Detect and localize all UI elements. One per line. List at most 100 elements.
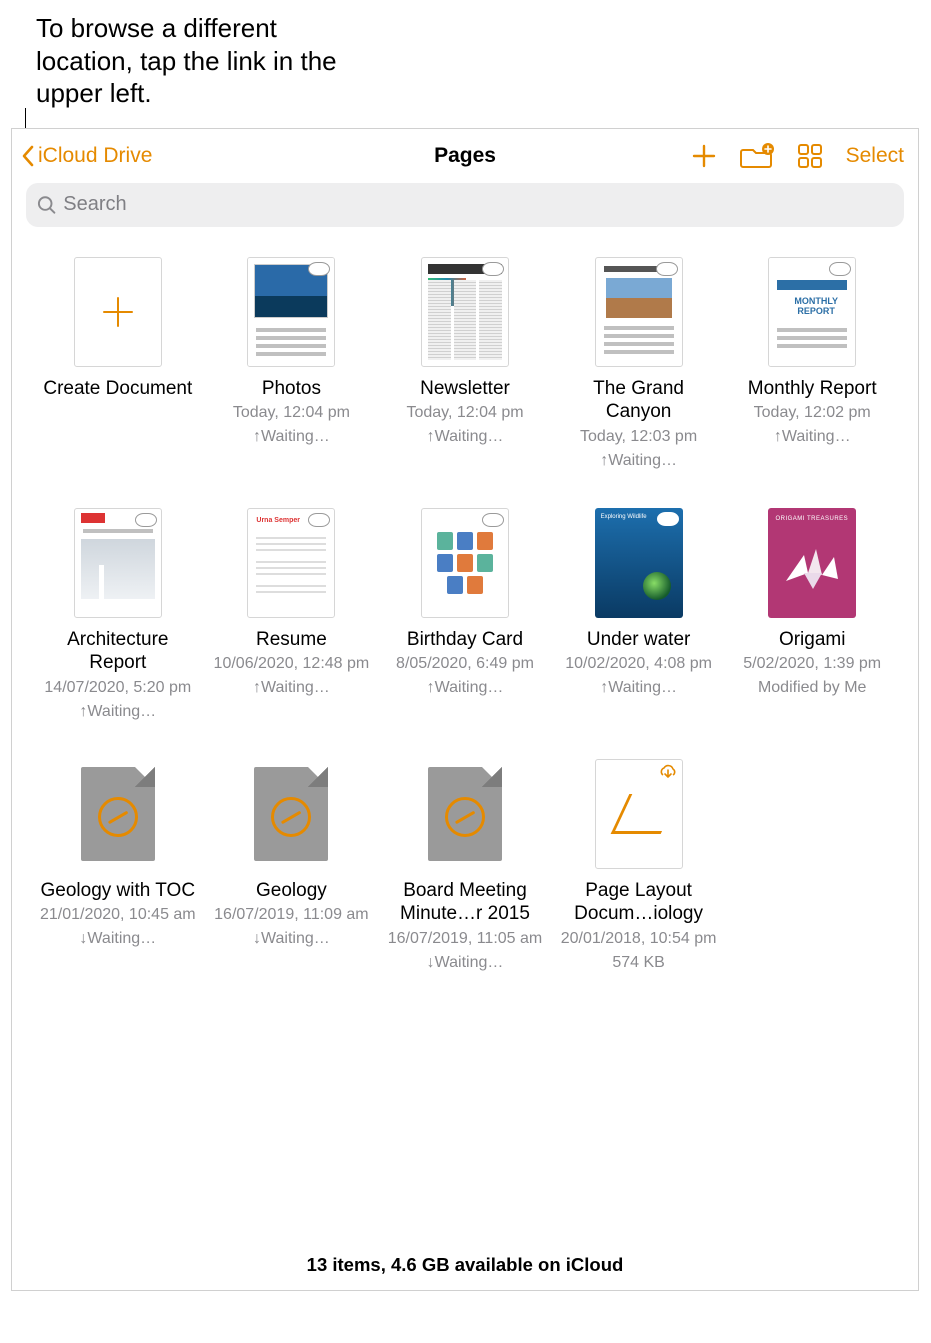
pages-file-icon [254,767,328,861]
select-button[interactable]: Select [846,144,904,168]
document-thumb [595,257,683,367]
document-status: Waiting… [427,678,504,699]
document-thumb [421,508,509,618]
document-status: Waiting… [253,427,330,448]
view-toggle-button[interactable] [796,142,824,170]
cloud-download-icon [658,764,678,783]
document-status: Waiting… [79,702,156,723]
document-date: Today, 12:02 pm [754,403,871,424]
create-document-thumb [74,257,162,367]
document-date: Today, 12:03 pm [580,427,697,448]
add-button[interactable] [690,142,718,170]
cloud-icon [308,262,330,276]
pages-file-icon [81,767,155,861]
cloud-icon [482,262,504,276]
document-title: Resume [256,628,327,652]
document-monthly-report[interactable]: MONTHLY REPORT Monthly Report Today, 12:… [730,257,894,472]
create-document-cell[interactable]: Create Document [36,257,200,472]
document-geology[interactable]: Geology 16/07/2019, 11:09 am Waiting… [210,759,374,974]
pages-template-icon [610,794,679,834]
document-architecture-report[interactable]: Architecture Report 14/07/2020, 5:20 pm … [36,508,200,723]
document-board-meeting[interactable]: Board Meeting Minute…r 2015 16/07/2019, … [383,759,547,974]
plus-icon [98,292,138,332]
cloud-icon [829,262,851,276]
document-date: Today, 12:04 pm [406,403,523,424]
folder-plus-icon [740,142,774,170]
document-photos[interactable]: Photos Today, 12:04 pm Waiting… [210,257,374,472]
document-status: Waiting… [79,929,156,950]
document-date: Today, 12:04 pm [233,403,350,424]
document-thumb [421,759,509,869]
cloud-icon [308,513,330,527]
document-grand-canyon[interactable]: The Grand Canyon Today, 12:03 pm Waiting… [557,257,721,472]
document-thumb [421,257,509,367]
document-title: Photos [262,377,321,401]
document-date: 20/01/2018, 10:54 pm [561,929,717,950]
thumb-label: ORIGAMI TREASURES [775,516,848,522]
origami-crane-icon [782,543,842,593]
pages-file-icon [428,767,502,861]
document-page-layout[interactable]: Page Layout Docum…iology 20/01/2018, 10:… [557,759,721,974]
document-date: 5/02/2020, 1:39 pm [743,654,881,675]
document-thumb [595,759,683,869]
document-geology-toc[interactable]: Geology with TOC 21/01/2020, 10:45 am Wa… [36,759,200,974]
cloud-icon [482,513,504,527]
cloud-icon [657,512,679,526]
document-thumb [247,257,335,367]
thumb-label: Urna Semper [256,517,300,524]
document-title: Birthday Card [407,628,523,652]
document-resume[interactable]: Urna Semper Resume 10/06/2020, 12:48 pm … [210,508,374,723]
document-date: 10/02/2020, 4:08 pm [565,654,712,675]
search-bar[interactable] [26,183,904,227]
document-status: 574 KB [612,953,664,974]
document-status: Waiting… [600,678,677,699]
chevron-left-icon [20,144,36,168]
document-under-water[interactable]: Exploring Wildlife Under water 10/02/202… [557,508,721,723]
back-label: iCloud Drive [38,144,152,168]
document-newsletter[interactable]: Newsletter Today, 12:04 pm Waiting… [383,257,547,472]
cloud-icon [656,262,678,276]
document-thumb [74,759,162,869]
cloud-icon [135,513,157,527]
document-date: 14/07/2020, 5:20 pm [44,678,191,699]
footer-status: 13 items, 4.6 GB available on iCloud [12,974,918,1290]
back-button[interactable]: iCloud Drive [20,144,152,168]
document-title: Geology [256,879,327,903]
plus-icon [690,142,718,170]
document-birthday-card[interactable]: Birthday Card 8/05/2020, 6:49 pm Waiting… [383,508,547,723]
document-title: The Grand Canyon [559,377,719,425]
document-status: Waiting… [427,427,504,448]
document-origami[interactable]: ORIGAMI TREASURES Origami 5/02/2020, 1:3… [730,508,894,723]
document-thumb: MONTHLY REPORT [768,257,856,367]
document-date: 10/06/2020, 12:48 pm [214,654,370,675]
app-window: iCloud Drive Pages [11,128,919,1291]
thumb-label: Exploring Wildlife [601,514,647,520]
document-status: Waiting… [427,953,504,974]
document-status: Waiting… [253,678,330,699]
search-icon [36,194,57,216]
document-title: Origami [779,628,846,652]
thumb-label: MONTHLY REPORT [777,296,855,316]
document-title: Newsletter [420,377,510,401]
documents-grid: Create Document Photos Today, 12:04 pm W… [12,237,918,974]
document-title: Under water [587,628,691,652]
document-title: Board Meeting Minute…r 2015 [385,879,545,927]
help-callout: To browse a different location, tap the … [0,0,360,128]
document-thumb: Urna Semper [247,508,335,618]
document-thumb [247,759,335,869]
document-date: 21/01/2020, 10:45 am [40,905,196,926]
document-status: Waiting… [600,451,677,472]
document-date: 16/07/2019, 11:05 am [388,929,543,950]
document-title: Page Layout Docum…iology [559,879,719,927]
document-status: Waiting… [253,929,330,950]
search-input[interactable] [63,193,894,216]
grid-icon [796,142,824,170]
document-thumb [74,508,162,618]
document-thumb: Exploring Wildlife [595,508,683,618]
document-title: Geology with TOC [41,879,196,903]
new-folder-button[interactable] [740,142,774,170]
document-date: 8/05/2020, 6:49 pm [396,654,534,675]
document-title: Monthly Report [748,377,877,401]
document-date: 16/07/2019, 11:09 am [214,905,369,926]
document-title: Create Document [43,377,192,401]
